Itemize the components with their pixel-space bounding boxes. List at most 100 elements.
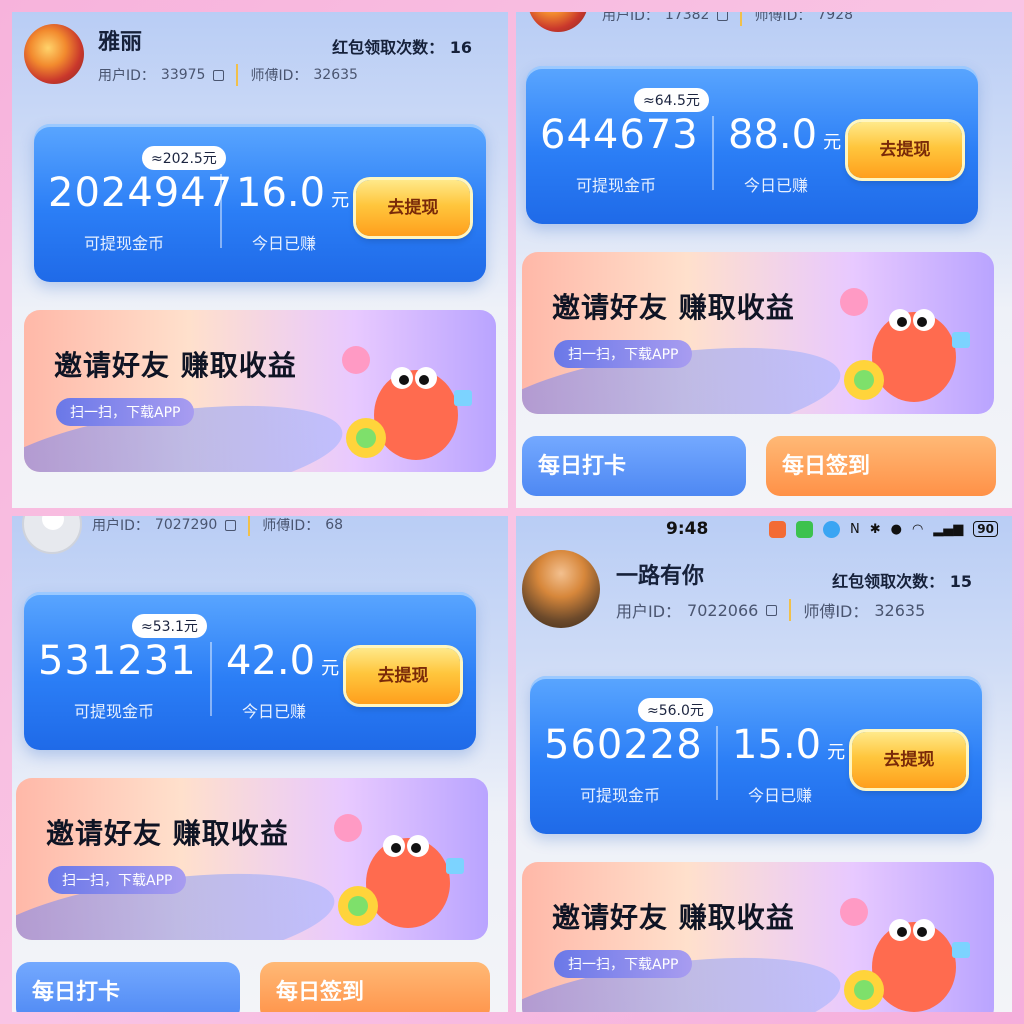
invite-banner[interactable]: 邀请好友 赚取收益 扫一扫，下载APP [522,252,994,414]
panel-3: 用户ID： 7027290 师傅ID： 68 ≈53.1元 531231 可提现… [12,516,508,1012]
yuan-unit: 元 [331,190,350,211]
status-bar: 9:48 N ✱ ● ◠ ▂▄▆ 90 [516,516,1012,542]
yuan-unit: 元 [823,132,842,153]
mascot-icon [334,814,464,928]
user-id: 33975 [160,67,206,83]
master-id-label: 师傅ID： [803,602,869,621]
status-time: 9:48 [666,519,709,539]
panel-4: 9:48 N ✱ ● ◠ ▂▄▆ 90 一路有你 红包领取次数： 15 用户ID… [516,516,1012,1012]
profile-header: 一路有你 红包领取次数： 15 用户ID： 7022066 师傅ID： 3263… [516,546,1012,646]
withdraw-button[interactable]: 去提现 [848,122,962,178]
today-value: 15.0 [732,722,822,768]
redpack-label: 红包领取次数： [832,572,945,591]
bottom-tabs: 每日打卡 每日签到 [522,436,998,496]
today-value: 88.0 [728,112,818,158]
daily-signin-card[interactable]: 每日签到 [260,962,490,1012]
earnings-card: ≈56.0元 560228 可提现金币 15.0 元 今日已赚 去提现 [530,676,982,834]
copy-icon[interactable] [766,604,778,616]
wechat-icon [795,520,813,538]
today-earned: 15.0 元 [732,722,845,768]
master-id: 32635 [313,67,358,83]
invite-title: 邀请好友 赚取收益 [46,817,289,850]
ids-row: 用户ID： 7022066 师傅ID： 32635 [616,598,925,622]
copy-icon[interactable] [213,69,225,81]
copy-icon[interactable] [225,519,237,531]
approx-badge: ≈64.5元 [634,88,709,112]
copy-icon[interactable] [717,12,729,21]
redpack-count: 红包领取次数： 15 [832,568,972,592]
earnings-card: ≈202.5元 2024947 可提现金币 16.0 元 今日已赚 去提现 [34,124,486,282]
mascot-icon [342,346,472,460]
invite-banner[interactable]: 邀请好友 赚取收益 扫一扫，下载APP [16,778,488,940]
today-value: 42.0 [226,638,316,684]
withdraw-button[interactable]: 去提现 [852,732,966,788]
wifi-icon: ◠ [911,521,924,537]
invite-banner[interactable]: 邀请好友 赚取收益 扫一扫，下载APP [24,310,496,472]
divider [789,599,792,621]
avatar[interactable] [522,550,600,628]
approx-badge: ≈53.1元 [132,614,207,638]
divider [716,726,718,800]
user-id: 7027290 [154,517,218,533]
coins-label: 可提现金币 [84,234,165,253]
redpack-label: 红包领取次数： [332,38,445,57]
coins-value: 644673 [540,112,699,158]
user-name: 雅丽 [98,30,143,55]
withdraw-button[interactable]: 去提现 [346,648,460,704]
divider [712,116,714,190]
bottom-tabs: 每日打卡 每日签到 [16,962,492,1012]
master-id: 68 [325,517,344,533]
app-notification-icon [768,520,786,538]
coins-label: 可提现金币 [580,786,661,805]
withdraw-button[interactable]: 去提现 [356,180,470,236]
signal-icon: ▂▄▆ [933,521,964,537]
redpack-value: 15 [949,572,972,591]
divider [740,12,743,26]
profile-header: 雅丽 红包领取次数： 16 用户ID： 33975 师傅ID： 32635 [12,12,508,112]
invite-title: 邀请好友 赚取收益 [54,349,297,382]
master-id-label: 师傅ID： [250,68,308,84]
today-label: 今日已赚 [748,786,813,805]
invite-subtitle[interactable]: 扫一扫，下载APP [554,950,693,978]
invite-title: 邀请好友 赚取收益 [552,291,795,324]
daily-signin-card[interactable]: 每日签到 [766,436,996,496]
redpack-count: 红包领取次数： 16 [332,34,472,58]
avatar[interactable] [22,516,82,554]
invite-subtitle[interactable]: 扫一扫，下载APP [48,866,187,894]
user-name: 一路有你 [616,564,705,589]
user-id-label: 用户ID： [92,518,149,534]
ids-row: 用户ID： 7027290 师傅ID： 68 [92,516,343,536]
location-icon: ● [890,521,902,537]
user-id-label: 用户ID： [602,12,659,24]
invite-subtitle[interactable]: 扫一扫，下载APP [56,398,195,426]
divider [248,516,251,536]
today-earned: 16.0 元 [236,170,349,216]
master-id: 7928 [817,12,854,23]
master-id: 32635 [874,600,926,620]
master-id-label: 师傅ID： [754,12,812,24]
bluetooth-icon: ✱ [869,521,881,537]
today-label: 今日已赚 [242,702,307,721]
user-id: 17382 [664,12,710,23]
coins-value: 531231 [38,638,197,684]
avatar[interactable] [528,12,588,32]
daily-checkin-card[interactable]: 每日打卡 [16,962,240,1012]
user-id-label: 用户ID： [616,602,682,621]
coins-label: 可提现金币 [576,176,657,195]
today-label: 今日已赚 [744,176,809,195]
coins-value: 560228 [544,722,703,768]
invite-banner[interactable]: 邀请好友 赚取收益 扫一扫，下载APP [522,862,994,1012]
avatar[interactable] [24,24,84,84]
earnings-card: ≈53.1元 531231 可提现金币 42.0 元 今日已赚 去提现 [24,592,476,750]
nfc-icon: N [849,521,860,537]
user-id-label: 用户ID： [98,68,155,84]
divider [210,642,212,716]
invite-subtitle[interactable]: 扫一扫，下载APP [554,340,693,368]
ids-row: 用户ID： 33975 师傅ID： 32635 [98,64,358,86]
daily-checkin-card[interactable]: 每日打卡 [522,436,746,496]
browser-icon [822,520,840,538]
redpack-value: 16 [449,38,472,57]
approx-badge: ≈56.0元 [638,698,713,722]
yuan-unit: 元 [321,658,340,679]
today-earned: 42.0 元 [226,638,339,684]
